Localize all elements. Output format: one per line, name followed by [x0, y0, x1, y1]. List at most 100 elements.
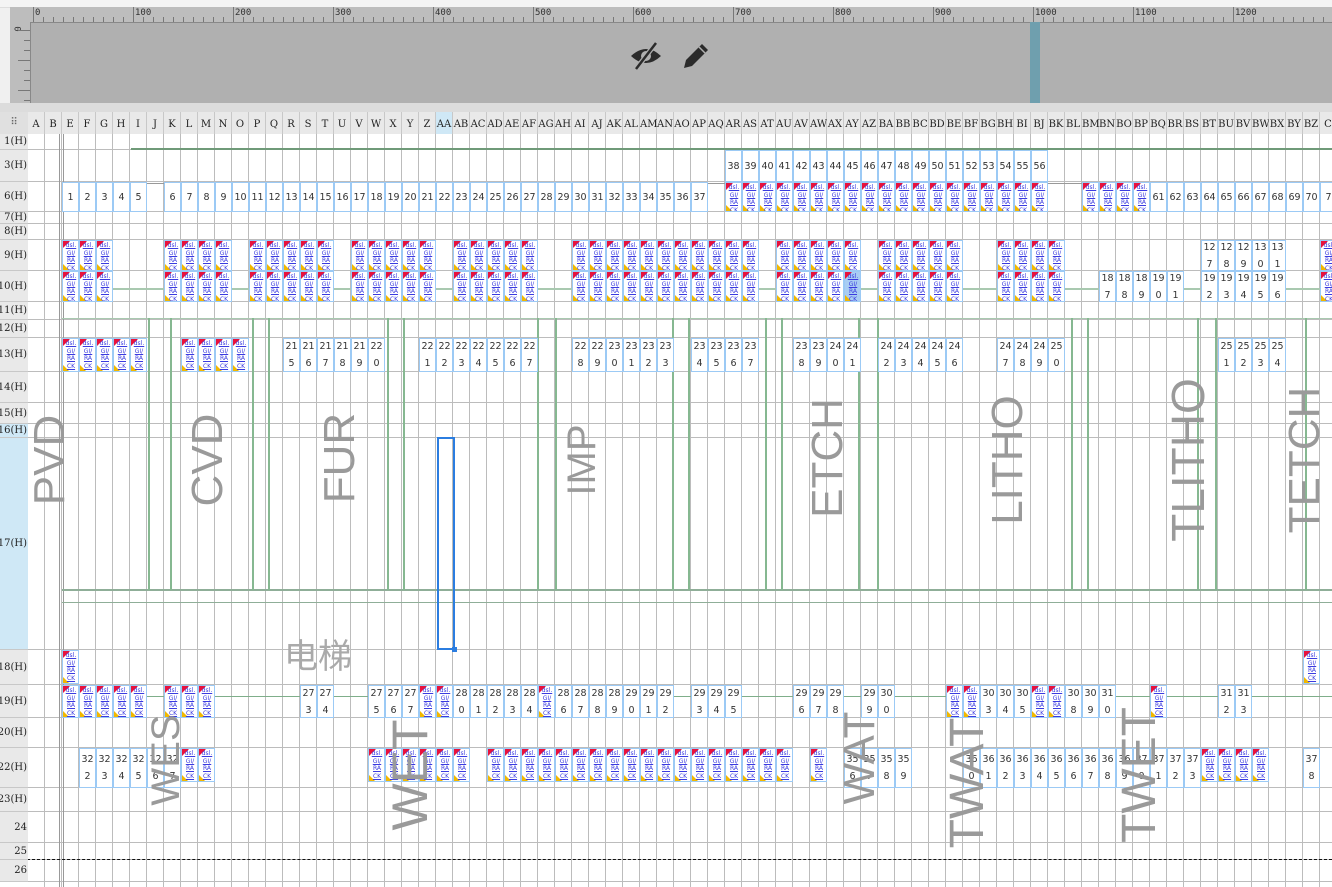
rack-link[interactable]: dsl.GI/RACK	[218, 273, 230, 301]
rack-link-cell[interactable]: dsl.GI/RACK	[963, 182, 980, 212]
number-cell[interactable]: 21	[419, 182, 436, 212]
number-cell[interactable]: 32	[606, 182, 623, 212]
rack-link-cell[interactable]: dsl.GI/RACK	[538, 685, 555, 718]
number-cell[interactable]: 245	[929, 338, 946, 372]
rack-link[interactable]: dsl.GI/RACK	[201, 750, 213, 780]
rack-link[interactable]: dsl.GI/RACK	[949, 273, 961, 301]
rack-link[interactable]: dsl.GI/RACK	[796, 242, 808, 270]
number-cell[interactable]: 312	[1218, 685, 1235, 718]
column-header-bv[interactable]: BV	[1235, 112, 1252, 134]
column-header-bp[interactable]: BP	[1133, 112, 1150, 134]
column-header-bo[interactable]: BO	[1116, 112, 1133, 134]
number-cell[interactable]: 69	[1286, 182, 1303, 212]
rack-link[interactable]: dsl.GI/RACK	[728, 750, 740, 780]
rack-link-cell[interactable]: dsl.GI/RACK	[997, 240, 1014, 271]
column-header-bn[interactable]: BN	[1099, 112, 1116, 134]
number-cell[interactable]: 292	[657, 685, 674, 718]
number-cell[interactable]: 64	[1201, 182, 1218, 212]
row-header[interactable]: 15(H)	[0, 403, 28, 424]
number-cell[interactable]: 240	[827, 338, 844, 372]
number-cell[interactable]: 241	[844, 338, 861, 372]
number-cell[interactable]: 30	[572, 182, 589, 212]
rack-link[interactable]: dsl.GI/RACK	[813, 184, 825, 211]
rack-link-cell[interactable]: dsl.GI/RACK	[419, 271, 436, 302]
rack-link[interactable]: dsl.GI/RACK	[694, 242, 706, 270]
number-cell[interactable]: 195	[1252, 271, 1269, 302]
rack-link-cell[interactable]: dsl.GI/RACK	[742, 240, 759, 271]
rack-link[interactable]: dsl.GI/RACK	[745, 184, 757, 211]
column-header-br[interactable]: BR	[1167, 112, 1184, 134]
number-cell[interactable]: 286	[555, 685, 572, 718]
number-cell[interactable]: 228	[572, 338, 589, 372]
rack-link-cell[interactable]: dsl.GI/RACK	[929, 240, 946, 271]
rack-link-cell[interactable]: dsl.GI/RACK	[810, 271, 827, 302]
rack-link[interactable]: dsl.GI/RACK	[1034, 242, 1046, 270]
rack-link-cell[interactable]: dsl.GI/RACK	[776, 271, 793, 302]
rack-link-cell[interactable]: dsl.GI/RACK	[606, 271, 623, 302]
number-cell[interactable]: 294	[708, 685, 725, 718]
rack-link[interactable]: dsl.GI/RACK	[1051, 242, 1063, 270]
spreadsheet[interactable]: 38 39 40 41 42 43 44 45 46 47 48 49 50 51 52 53 54 55 56 1 2…	[0, 112, 1332, 887]
selected-cell-range[interactable]	[437, 437, 457, 652]
number-cell[interactable]: 364	[1031, 748, 1048, 788]
rack-link[interactable]: dsl.GI/RACK	[779, 242, 791, 270]
number-cell[interactable]: 254	[1269, 338, 1286, 372]
number-cell[interactable]: 216	[300, 338, 317, 372]
number-cell[interactable]: 190	[1150, 271, 1167, 302]
rack-link-cell[interactable]: dsl.GI/RACK	[62, 685, 79, 718]
rack-link-cell[interactable]: dsl.GI/RACK	[946, 182, 963, 212]
rack-link[interactable]: dsl.GI/RACK	[201, 340, 213, 370]
rack-link-cell[interactable]: dsl.GI/RACK	[351, 271, 368, 302]
rack-link[interactable]: dsl.GI/RACK	[745, 750, 757, 780]
rack-link-cell[interactable]: dsl.GI/RACK	[895, 182, 912, 212]
column-header-h[interactable]: H	[113, 112, 130, 134]
rack-link[interactable]: dsl.GI/RACK	[82, 687, 94, 717]
number-cell[interactable]: 1	[62, 182, 79, 212]
rack-link[interactable]: dsl.GI/RACK	[796, 184, 808, 211]
rack-link-cell[interactable]: dsl.GI/RACK	[487, 240, 504, 271]
number-cell[interactable]: 8	[198, 182, 215, 212]
rack-link[interactable]: dsl.GI/RACK	[711, 242, 723, 270]
rack-link-cell[interactable]: dsl.GI/RACK	[810, 182, 827, 212]
rack-link[interactable]: dsl.GI/RACK	[575, 242, 587, 270]
rack-link[interactable]: dsl.GI/RACK	[473, 273, 485, 301]
number-cell[interactable]: 45	[844, 150, 861, 182]
rack-link[interactable]: dsl.GI/RACK	[643, 750, 655, 780]
row-header[interactable]: 25	[0, 843, 28, 860]
rack-link-cell[interactable]: dsl.GI/RACK	[181, 271, 198, 302]
rack-link[interactable]: dsl.GI/RACK	[915, 273, 927, 301]
rack-link[interactable]: dsl.GI/RACK	[422, 273, 434, 301]
rack-link-cell[interactable]: dsl.GI/RACK	[1031, 271, 1048, 302]
number-cell[interactable]: 252	[1235, 338, 1252, 372]
rack-link[interactable]: dsl.GI/RACK	[762, 184, 774, 211]
column-header-aa[interactable]: AA	[436, 112, 453, 134]
row-header[interactable]: 20(H)	[0, 718, 28, 748]
rack-link[interactable]: dsl.GI/RACK	[133, 687, 145, 717]
rack-link[interactable]: dsl.GI/RACK	[99, 242, 111, 270]
number-cell[interactable]: 194	[1235, 271, 1252, 302]
rack-link-cell[interactable]: dsl.GI/RACK	[946, 685, 963, 718]
number-cell[interactable]: 297	[810, 685, 827, 718]
rack-link[interactable]: dsl.GI/RACK	[82, 340, 94, 370]
rack-link-cell[interactable]: dsl.GI/RACK	[62, 650, 79, 684]
row-header[interactable]: 16(H)	[0, 424, 28, 438]
rack-link[interactable]: dsl.GI/RACK	[711, 273, 723, 301]
rack-link[interactable]: dsl.GI/RACK	[65, 273, 77, 301]
rack-link-cell[interactable]: dsl.GI/RACK	[266, 271, 283, 302]
rack-link-cell[interactable]: dsl.GI/RACK	[436, 685, 453, 718]
number-cell[interactable]: 277	[402, 685, 419, 718]
rack-link-cell[interactable]: dsl.GI/RACK	[113, 338, 130, 372]
column-header-r[interactable]: R	[283, 112, 300, 134]
number-cell[interactable]: 9	[215, 182, 232, 212]
number-cell[interactable]: 19	[385, 182, 402, 212]
rack-link-cell[interactable]: dsl.GI/RACK	[96, 338, 113, 372]
row-header[interactable]: 19(H)	[0, 685, 28, 718]
number-cell[interactable]: 248	[1014, 338, 1031, 372]
number-cell[interactable]: 362	[997, 748, 1014, 788]
column-header-by[interactable]: BY	[1286, 112, 1303, 134]
column-header-a[interactable]: A	[28, 112, 45, 134]
number-cell[interactable]: 225	[487, 338, 504, 372]
rack-link-cell[interactable]: dsl.GI/RACK	[470, 271, 487, 302]
rack-link-cell[interactable]: dsl.GI/RACK	[895, 271, 912, 302]
rack-link[interactable]: dsl.GI/RACK	[405, 273, 417, 301]
